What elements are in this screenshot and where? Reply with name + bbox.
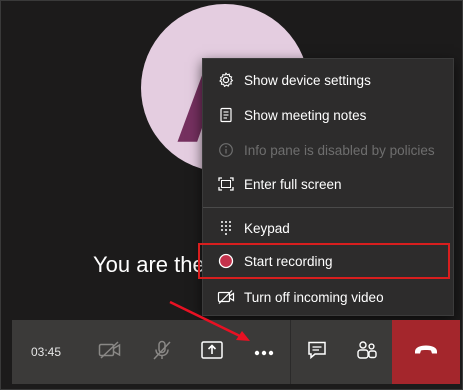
menu-item-label: Turn off incoming video: [244, 289, 384, 305]
chat-icon: [306, 339, 328, 366]
hang-up-button[interactable]: [392, 320, 460, 384]
toolbar-divider: [290, 320, 291, 384]
menu-item-label: Show device settings: [244, 72, 371, 88]
recording-highlight: [198, 243, 450, 279]
menu-item-label: Enter full screen: [244, 176, 342, 192]
status-text: You are the only one here: [93, 252, 203, 277]
participants-button[interactable]: [342, 320, 392, 384]
menu-item-info-pane: Info pane is disabled by policies: [203, 134, 453, 166]
hang-up-icon: [413, 343, 439, 362]
menu-item-meeting-notes[interactable]: Show meeting notes: [203, 99, 453, 131]
info-icon: [217, 141, 235, 159]
gear-icon: [217, 71, 235, 89]
annotation-arrow: [169, 300, 250, 341]
camera-off-button[interactable]: [84, 320, 136, 384]
menu-item-label: Show meeting notes: [244, 107, 367, 123]
keypad-icon: [217, 219, 235, 237]
menu-item-label: Keypad: [244, 220, 290, 236]
fullscreen-icon: [217, 175, 235, 193]
notes-icon: [217, 106, 235, 124]
chat-button[interactable]: [292, 320, 342, 384]
menu-item-full-screen[interactable]: Enter full screen: [203, 168, 453, 200]
menu-divider: [203, 207, 453, 208]
menu-item-device-settings[interactable]: Show device settings: [203, 64, 453, 96]
camera-off-icon: [98, 340, 122, 365]
participants-icon: [355, 339, 379, 366]
call-timer: 03:45: [30, 345, 62, 359]
ellipsis-icon: [253, 343, 275, 361]
menu-item-label: Info pane is disabled by policies: [244, 142, 435, 158]
menu-item-keypad[interactable]: Keypad: [203, 212, 453, 244]
